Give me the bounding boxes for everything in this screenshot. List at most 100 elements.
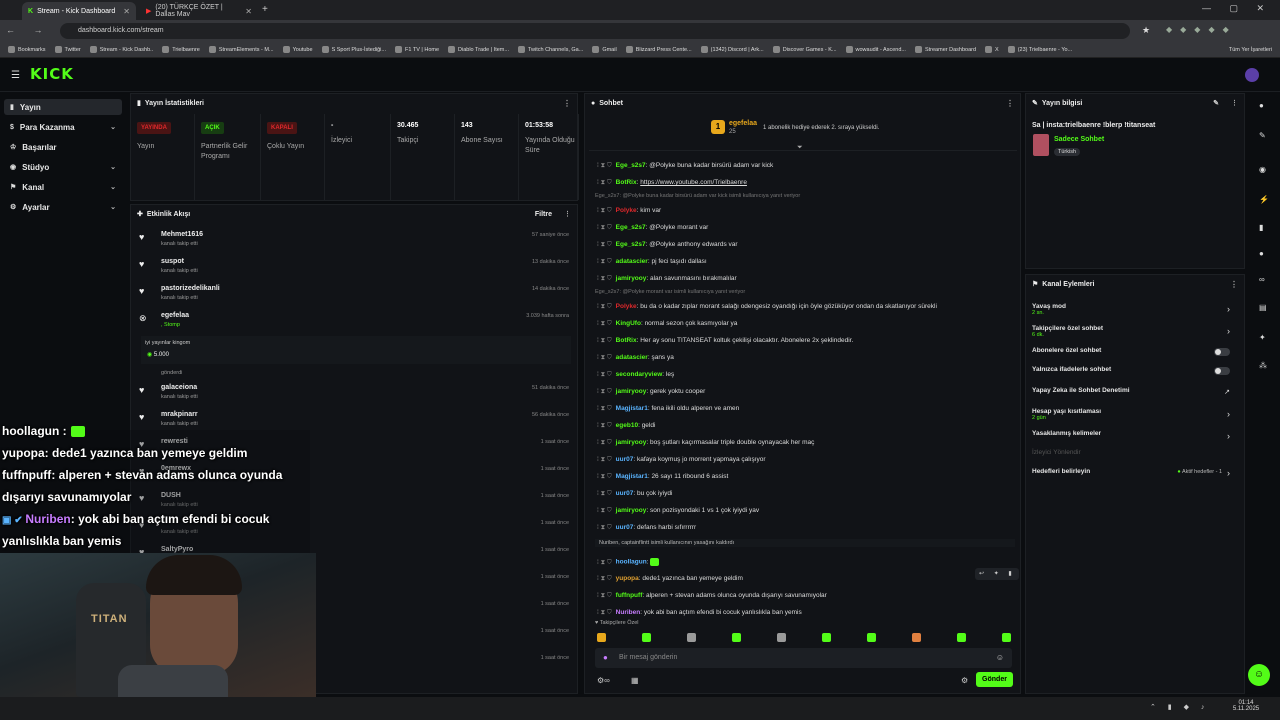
mod-icons[interactable]: ⁞ ⧗ ⛉ [597,524,612,531]
mic-icon[interactable]: ● [603,653,608,662]
sidebar-item-6[interactable]: ⚙ Ayarlar ⌄ [4,199,122,215]
pencil-icon[interactable]: ✎ [1259,131,1266,140]
mod-icons[interactable]: ⁞ ⧗ ⛉ [597,575,612,582]
url-input[interactable]: dashboard.kick.com/stream [60,23,1130,39]
chat-username[interactable]: uur07 [616,524,634,531]
chat-username[interactable]: jamiryooy [616,275,647,282]
chat-username[interactable]: egeb10 [616,422,638,429]
mod-icons[interactable]: ⁞ ⧗ ⛉ [597,439,612,446]
bookmark[interactable]: F1 TV | Home [394,46,439,53]
category-link[interactable]: Sadece Sohbet [1054,136,1104,143]
chat-username[interactable]: adatascier [616,354,648,361]
info-icon[interactable]: ● [1259,101,1264,110]
send-button[interactable]: Gönder [976,672,1013,687]
mod-icons[interactable]: ⁞ ⧗ ⛉ [597,354,612,361]
emoji-icon[interactable]: ☺ [996,653,1004,662]
pinned-user[interactable]: egefelaa [729,120,757,127]
sidebar-item-4[interactable]: ◉ Stüdyo ⌄ [4,159,122,175]
chevron-right-icon[interactable]: › [1227,431,1230,441]
bookmark[interactable]: Diablo Trade | Item... [448,46,509,53]
bookmark[interactable]: Blizzard Press Cente... [625,46,692,53]
menu-icon[interactable]: ☰ [11,70,20,81]
mod-icons[interactable]: ⁞ ⧗ ⛉ [597,592,612,599]
chat-username[interactable]: fuffnpuff [616,592,643,599]
channel-action-item[interactable]: Yapay Zeka ile Sohbet Denetimi ↗ [1032,387,1238,407]
chat-bubble-icon[interactable]: ● [1259,249,1264,258]
mod-icons[interactable]: ⁞ ⧗ ⛉ [597,609,612,616]
bookmark[interactable]: Discover Games - K... [772,46,837,53]
bookmark[interactable]: Twitch Channels, Ga... [517,46,583,53]
chat-username[interactable]: secondaryview [616,371,663,378]
mod-icons[interactable]: ⁞ ⧗ ⛉ [597,405,612,412]
more-icon[interactable]: ⋮ [1231,99,1238,107]
bookmark[interactable]: StreamElements - M... [208,46,274,53]
channel-action-item[interactable]: Abonelere özel sohbet [1032,347,1238,367]
sidebar-item-5[interactable]: ⚑ Kanal ⌄ [4,179,122,195]
channel-action-item[interactable]: Hedefleri belirleyin ● Aktif hedefler - 1… [1032,468,1238,488]
more-icon[interactable]: ⋮ [1006,99,1014,108]
chat-username[interactable]: yupopa [616,575,639,582]
bookmark[interactable]: Twitter [54,46,81,53]
chat-username[interactable]: Ege_s2s7 [616,241,646,248]
external-link-icon[interactable]: ↗ [1224,388,1230,396]
kick-logo[interactable]: KICK [30,65,74,83]
wrench-icon[interactable]: ✦ [1259,333,1266,342]
chevron-right-icon[interactable]: › [1227,304,1230,314]
chat-username[interactable]: Ege_s2s7 [616,162,646,169]
bookmark[interactable]: Bookmarks [8,46,46,53]
bookmark[interactable]: Gmail [592,46,617,53]
chat-input[interactable]: ● Bir mesaj gönderin ☺ [595,648,1012,668]
chevron-right-icon[interactable]: › [1227,468,1230,478]
feed-username[interactable]: mrakpinarr [161,411,198,418]
mod-icons[interactable]: ⁞ ⧗ ⛉ [597,456,612,463]
star-icon[interactable]: ★ [1142,25,1150,36]
chat-username[interactable]: BotRix [616,337,637,344]
toggle-switch[interactable] [1214,348,1230,356]
emote-quick-icon[interactable] [687,633,696,642]
tray-icons[interactable]: ⌃ ▮ ◆ ♪ [1150,703,1209,711]
feed-username[interactable]: egefelaa [161,312,189,319]
mod-icons[interactable]: ⁞ ⧗ ⛉ [597,258,612,265]
sidebar-item-3[interactable]: ♔ Başarılar [4,139,122,155]
chat-username[interactable]: Nuriben [616,609,641,616]
chat-username[interactable]: hoollagun [616,559,647,566]
bookmark[interactable]: wowaudit - Ascend... [845,46,906,53]
list-icon[interactable]: ▤ [1259,303,1267,312]
mod-icons[interactable]: ⁞ ⧗ ⛉ [597,320,612,327]
mod-icons[interactable]: ⁞ ⧗ ⛉ [597,162,612,169]
sidebar-item-1[interactable]: ▮ Yayın [4,99,122,115]
bookmark[interactable]: Streamer Dashboard [914,46,976,53]
bookmark[interactable]: Stream - Kick Dashb.. [89,46,153,53]
window-controls[interactable]: — ▢ ✕ [1202,3,1272,14]
mod-icons[interactable]: ⁞ ⧗ ⛉ [597,371,612,378]
toggle-switch[interactable] [1214,367,1230,375]
more-icon[interactable]: ⋮ [1230,280,1238,289]
emote-quick-icon[interactable] [597,633,606,642]
chat-username[interactable]: Polyke [616,207,637,214]
filter-button[interactable]: Filtre [535,211,552,218]
clock[interactable]: 01:14 5.11.2025 [1228,700,1264,712]
bookmark[interactable]: Youtube [282,46,313,53]
emote-quick-icon[interactable] [1002,633,1011,642]
more-icon[interactable]: ⋮ [563,99,571,108]
emote-quick-icon[interactable] [957,633,966,642]
bolt-icon[interactable]: ⚡ [1259,195,1269,204]
new-tab-button[interactable]: + [262,4,268,15]
chat-username[interactable]: jamiryooy [616,388,647,395]
bookmark[interactable]: Trielbaenre [162,46,200,53]
camera-icon[interactable]: ◉ [1259,165,1266,174]
emote-quick-icon[interactable] [777,633,786,642]
channel-action-item[interactable]: Yavaş mod 2 sn. › [1032,303,1238,323]
feed-username[interactable]: Mehmet1616 [161,231,203,238]
chat-username[interactable]: jamiryooy [616,439,647,446]
mod-icons[interactable]: ⁞ ⧗ ⛉ [597,207,612,214]
chat-username[interactable]: jamiryooy [616,507,647,514]
clipboard-icon[interactable]: ▮ [1259,223,1263,232]
chat-username[interactable]: uur07 [616,456,634,463]
mod-icons[interactable]: ⁞ ⧗ ⛉ [597,179,612,186]
channel-action-item[interactable]: Hesap yaşı kısıtlaması 2 gün › [1032,408,1238,428]
bookmark[interactable]: (23) Trielbaenre - Yo... [1007,46,1072,53]
chevron-right-icon[interactable]: › [1227,326,1230,336]
mod-icons[interactable]: ⁞ ⧗ ⛉ [597,473,612,480]
mod-icons[interactable]: ⁞ ⧗ ⛉ [597,337,612,344]
